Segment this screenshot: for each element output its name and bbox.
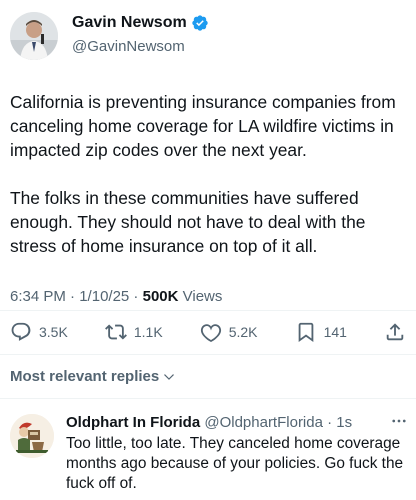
reply-author-handle[interactable]: @OldphartFlorida [204,414,323,431]
heart-icon [200,324,221,343]
reply-count: 3.5K [39,324,68,340]
meta-separator: · [322,414,337,431]
reply-time[interactable]: 1s [336,414,352,431]
chevron-down-icon [164,373,175,380]
reply-author-name[interactable]: Oldphart In Florida [66,414,200,431]
reply-text: Too little, too late. They canceled home… [66,435,404,492]
tweet-time[interactable]: 6:34 PM [10,288,66,305]
replies-sort-label: Most relevant replies [10,368,160,385]
share-icon [386,323,404,341]
repost-count: 1.1K [133,324,163,340]
tweet-text: California is preventing insurance compa… [10,92,396,256]
author-name[interactable]: Gavin Newsom [72,14,187,32]
views-count: 500K [142,288,179,305]
reply-header: Oldphart In Florida @OldphartFlorida · 1… [66,414,352,431]
action-bar: 3.5K 1.1K 5.2K 141 [10,318,406,346]
bookmark-button[interactable]: 141 [295,321,347,343]
bookmark-count: 141 [323,324,347,340]
tweet-header: Gavin Newsom @GavinNewsom [10,10,406,62]
author-avatar[interactable] [10,12,58,60]
verified-badge-icon [191,14,209,32]
divider [0,310,416,311]
bookmark-icon [298,322,313,343]
like-count: 5.2K [228,324,258,340]
reply-avatar[interactable] [10,414,54,458]
repost-icon [104,324,127,340]
repost-button[interactable]: 1.1K [104,321,163,343]
divider [0,398,416,399]
divider [0,354,416,355]
reply-icon [11,322,31,341]
author-handle[interactable]: @GavinNewsom [72,38,185,55]
meta-separator: · [65,288,80,305]
replies-sort-dropdown[interactable]: Most relevant replies [10,368,176,385]
reply-button[interactable]: 3.5K [10,321,68,343]
like-button[interactable]: 5.2K [200,321,258,343]
reply-tweet[interactable]: Oldphart In Florida @OldphartFlorida · 1… [10,412,410,498]
views-label: Views [182,288,223,305]
more-options-icon[interactable] [390,412,408,430]
tweet-meta: 6:34 PM · 1/10/25 · 500K Views [10,288,222,305]
share-button[interactable] [384,321,406,343]
tweet-date[interactable]: 1/10/25 [79,288,129,305]
meta-separator: · [129,288,143,305]
